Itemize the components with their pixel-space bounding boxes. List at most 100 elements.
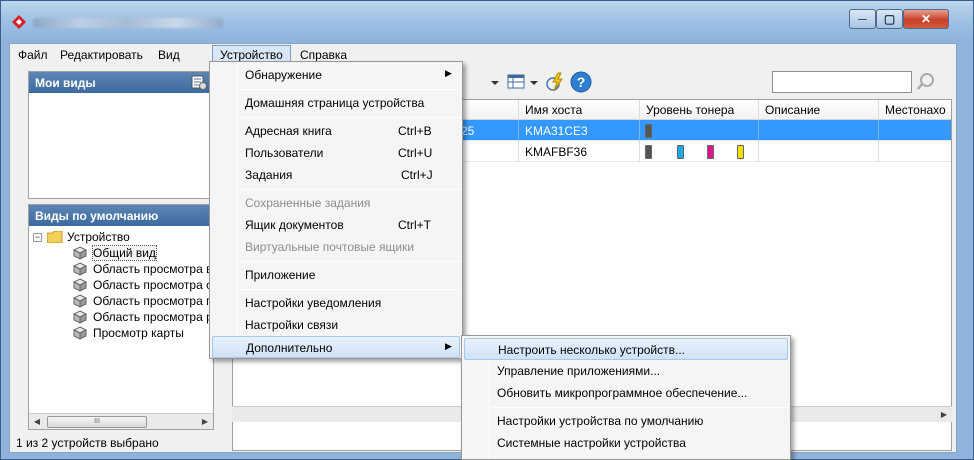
menu-item-label: Дополнительно bbox=[246, 341, 333, 355]
menu-file[interactable]: Файл bbox=[12, 45, 54, 64]
tree-node-device[interactable]: − Устройство bbox=[33, 229, 209, 245]
tree-item-label: Просмотр карты bbox=[93, 326, 184, 340]
menu-item-label: Пользователи bbox=[245, 146, 324, 160]
tree-item-view[interactable]: Область просмотра про bbox=[33, 293, 209, 309]
menu-item-label: Настройки связи bbox=[245, 318, 339, 332]
menu-item-jobs[interactable]: Задания Ctrl+J bbox=[212, 164, 460, 186]
menu-item-label: Адресная книга bbox=[245, 124, 332, 138]
menu-item-manage-applications[interactable]: Управление приложениями... bbox=[464, 360, 788, 382]
location-cell bbox=[879, 141, 951, 162]
svg-text:?: ? bbox=[577, 74, 586, 90]
device-cube-icon bbox=[73, 326, 87, 340]
maximize-button[interactable]: ▢ bbox=[876, 9, 903, 29]
scroll-left-icon[interactable]: ◀ bbox=[29, 414, 45, 430]
hostname-cell: KMA31CE3 bbox=[519, 120, 640, 141]
toner-black-icon bbox=[645, 145, 652, 159]
menu-item-label: Управление приложениями... bbox=[497, 364, 661, 378]
menu-separator bbox=[240, 89, 460, 90]
toner-magenta-icon bbox=[707, 145, 714, 159]
menu-shortcut: Ctrl+T bbox=[398, 218, 431, 232]
tree-item-view[interactable]: Область просмотра рес bbox=[33, 309, 209, 325]
my-views-header: Мои виды bbox=[29, 72, 213, 93]
menu-item-device-homepage[interactable]: Домашняя страница устройства bbox=[212, 92, 460, 114]
column-header-location[interactable]: Местонахо bbox=[879, 100, 951, 120]
tree-hscrollbar[interactable]: ◀ III ▶ bbox=[29, 413, 213, 429]
menu-item-device-system-settings[interactable]: Системные настройки устройства bbox=[464, 432, 788, 454]
menu-separator bbox=[240, 117, 460, 118]
tree-item-map-view[interactable]: Просмотр карты bbox=[33, 325, 209, 341]
menu-item-label: Виртуальные почтовые ящики bbox=[245, 240, 415, 254]
lightning-icon[interactable] bbox=[544, 71, 566, 93]
search-go-icon[interactable] bbox=[916, 72, 936, 92]
menu-bar: Файл Редактировать Вид Устройство Справк… bbox=[10, 44, 956, 64]
scroll-right-icon[interactable]: ▶ bbox=[197, 414, 213, 430]
collapse-icon[interactable]: − bbox=[33, 233, 42, 242]
menu-item-label: Настройки уведомления bbox=[245, 296, 382, 310]
toner-cell bbox=[640, 141, 759, 162]
menu-item-update-firmware[interactable]: Обновить микропрограммное обеспечение... bbox=[464, 382, 788, 404]
menu-item-users[interactable]: Пользователи Ctrl+U bbox=[212, 142, 460, 164]
menu-item-label: Задания bbox=[245, 168, 293, 182]
default-views-header: Виды по умолчанию bbox=[29, 205, 213, 226]
chevron-down-icon[interactable] bbox=[488, 71, 502, 93]
menu-item-label: Домашняя страница устройства bbox=[245, 96, 425, 110]
menu-item-label: Системные настройки устройства bbox=[497, 436, 686, 450]
device-cube-icon bbox=[73, 278, 87, 292]
menu-shortcut: Ctrl+B bbox=[398, 124, 432, 138]
tree-item-general-view[interactable]: Общий вид bbox=[33, 245, 209, 261]
menu-item-label: Настройки устройства по умолчанию bbox=[497, 414, 704, 428]
menu-shortcut: Ctrl+J bbox=[401, 168, 433, 182]
scroll-thumb[interactable]: III bbox=[47, 416, 147, 428]
menu-item-label: Ящик документов bbox=[245, 218, 344, 232]
menu-item-advanced[interactable]: Дополнительно ▶ bbox=[212, 336, 460, 358]
menu-item-virtual-mailboxes: Виртуальные почтовые ящики bbox=[212, 236, 460, 258]
chevron-down-icon[interactable] bbox=[528, 71, 540, 93]
menu-item-device-default-settings[interactable]: Настройки устройства по умолчанию bbox=[464, 410, 788, 432]
minimize-button[interactable]: ─ bbox=[849, 9, 876, 29]
menu-item-document-box[interactable]: Ящик документов Ctrl+T bbox=[212, 214, 460, 236]
toner-cyan-icon bbox=[677, 145, 684, 159]
menu-item-stored-jobs: Сохраненные задания bbox=[212, 192, 460, 214]
menu-item-label: Сохраненные задания bbox=[245, 196, 371, 210]
menu-item-application[interactable]: Приложение bbox=[212, 264, 460, 286]
column-header-toner[interactable]: Уровень тонера bbox=[640, 100, 759, 120]
submenu-arrow-icon: ▶ bbox=[445, 341, 452, 351]
menu-separator bbox=[240, 189, 460, 190]
tree-item-view[interactable]: Область просмотра сче bbox=[33, 277, 209, 293]
menu-item-label: Настроить несколько устройств... bbox=[498, 343, 685, 357]
toner-yellow-icon bbox=[737, 145, 744, 159]
hostname-cell: KMAFBF36 bbox=[519, 141, 640, 162]
device-cube-icon bbox=[73, 294, 87, 308]
column-header-description[interactable]: Описание bbox=[759, 100, 879, 120]
grid-layout-icon[interactable] bbox=[506, 71, 528, 93]
views-settings-icon[interactable] bbox=[191, 75, 207, 90]
menu-item-label: Обновить микропрограммное обеспечение... bbox=[497, 386, 748, 400]
scroll-right-icon[interactable]: ▶ bbox=[936, 407, 952, 423]
device-menu: Обнаружение ▶ Домашняя страница устройст… bbox=[209, 61, 463, 359]
kyocera-logo-icon bbox=[12, 15, 26, 29]
device-cube-icon bbox=[73, 310, 87, 324]
window-title-redacted bbox=[33, 18, 223, 28]
tree-item-view[interactable]: Область просмотра воз bbox=[33, 261, 209, 277]
menu-item-communication-settings[interactable]: Настройки связи bbox=[212, 314, 460, 336]
help-icon[interactable]: ? bbox=[570, 71, 592, 93]
menu-item-configure-multiple-devices[interactable]: Настроить несколько устройств... bbox=[464, 338, 788, 360]
location-cell bbox=[879, 120, 951, 141]
menu-item-discovery[interactable]: Обнаружение ▶ bbox=[212, 64, 460, 86]
default-views-title: Виды по умолчанию bbox=[35, 209, 159, 223]
menu-view[interactable]: Вид bbox=[152, 45, 186, 64]
default-views-panel: Виды по умолчанию − Устройство Общий вид… bbox=[28, 204, 214, 430]
menu-shortcut: Ctrl+U bbox=[398, 146, 433, 160]
views-tree: − Устройство Общий вид Область просмотра… bbox=[29, 226, 213, 344]
column-header-hostname[interactable]: Имя хоста bbox=[519, 100, 640, 120]
tree-item-label: Область просмотра про bbox=[93, 294, 209, 308]
close-button[interactable]: ✕ bbox=[903, 9, 949, 29]
title-bar[interactable]: ─ ▢ ✕ bbox=[1, 1, 973, 41]
menu-edit[interactable]: Редактировать bbox=[54, 45, 149, 64]
my-views-panel: Мои виды bbox=[28, 71, 214, 199]
menu-item-address-book[interactable]: Адресная книга Ctrl+B bbox=[212, 120, 460, 142]
search-input[interactable] bbox=[772, 71, 912, 93]
menu-item-notification-settings[interactable]: Настройки уведомления bbox=[212, 292, 460, 314]
menu-separator bbox=[492, 407, 788, 408]
device-cube-icon bbox=[73, 246, 87, 260]
